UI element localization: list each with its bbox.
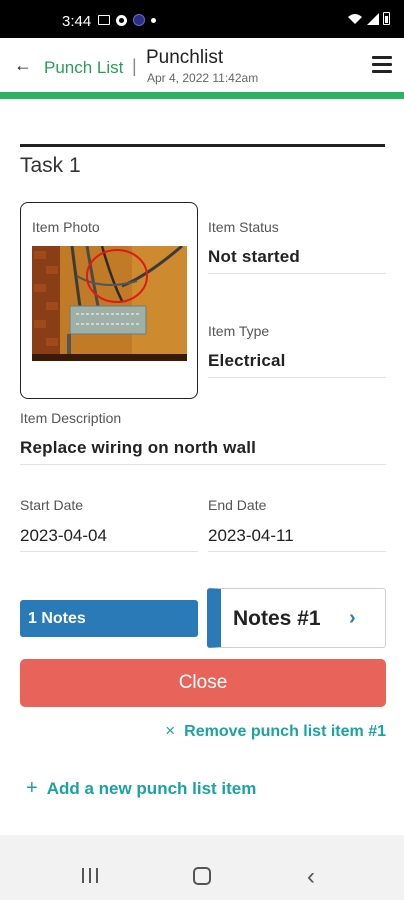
item-description-value[interactable]: Replace wiring on north wall (20, 438, 256, 458)
add-punch-list-item-label: Add a new punch list item (46, 779, 257, 798)
item-type-label: Item Type (208, 323, 270, 339)
system-navigation-bar: ‹ (0, 835, 404, 900)
header-accent-bar (0, 92, 404, 99)
gallery-icon (98, 15, 110, 25)
item-status-underline (208, 273, 386, 274)
item-photo-card[interactable]: Item Photo (20, 202, 198, 399)
notes-count-button[interactable]: 1 Notes (20, 600, 198, 637)
item-photo[interactable] (32, 246, 187, 361)
system-back-icon[interactable]: ‹ (307, 863, 315, 891)
end-date-underline (208, 551, 386, 552)
hamburger-menu-icon[interactable] (372, 56, 392, 74)
wifi-icon (348, 14, 362, 24)
close-icon: × (165, 721, 176, 740)
item-type-value[interactable]: Electrical (208, 351, 286, 371)
page-subtitle-date: Apr 4, 2022 11:42am (147, 71, 259, 85)
status-notification-icons (98, 14, 156, 26)
header-separator: | (132, 56, 137, 76)
plus-icon: + (26, 777, 38, 799)
remove-punch-list-item-link[interactable]: × Remove punch list item #1 (165, 721, 386, 741)
item-status-value[interactable]: Not started (208, 247, 300, 267)
close-button[interactable]: Close (20, 659, 386, 707)
settings-icon (116, 14, 127, 26)
app-header: ← Punch List | Punchlist Apr 4, 2022 11:… (0, 38, 404, 94)
add-punch-list-item-link[interactable]: + Add a new punch list item (26, 777, 256, 800)
status-bar: 3:44 (0, 0, 404, 38)
start-date-value[interactable]: 2023-04-04 (20, 526, 107, 546)
recent-apps-icon[interactable] (82, 868, 98, 884)
battery-icon (383, 12, 390, 25)
task-content: Task 1 Item Photo Item Status Not starte… (0, 99, 404, 835)
end-date-label: End Date (208, 497, 267, 513)
start-date-underline (20, 551, 198, 552)
page-title: Punchlist (146, 47, 224, 68)
signal-icon (367, 13, 379, 25)
remove-punch-list-item-label: Remove punch list item #1 (184, 723, 386, 740)
app-notification-icon (133, 14, 145, 26)
item-status-label: Item Status (208, 219, 279, 235)
chevron-right-icon: › (349, 607, 356, 629)
arrow-left-icon[interactable]: ← (12, 54, 34, 76)
item-description-underline (20, 464, 386, 465)
status-time: 3:44 (62, 13, 92, 30)
note-card[interactable]: Notes #1 › (207, 588, 386, 648)
item-description-label: Item Description (20, 410, 122, 426)
start-date-label: Start Date (20, 497, 84, 513)
end-date-value[interactable]: 2023-04-11 (208, 526, 294, 546)
task-divider (20, 144, 385, 147)
item-type-underline (208, 377, 386, 378)
back-to-punch-list-link[interactable]: Punch List (44, 58, 123, 78)
home-icon[interactable] (193, 867, 211, 885)
status-system-icons (347, 12, 390, 25)
note-card-label: Notes #1 (233, 607, 321, 630)
item-photo-label: Item Photo (32, 219, 100, 235)
more-notifications-icon (151, 17, 156, 23)
task-title: Task 1 (20, 154, 81, 177)
